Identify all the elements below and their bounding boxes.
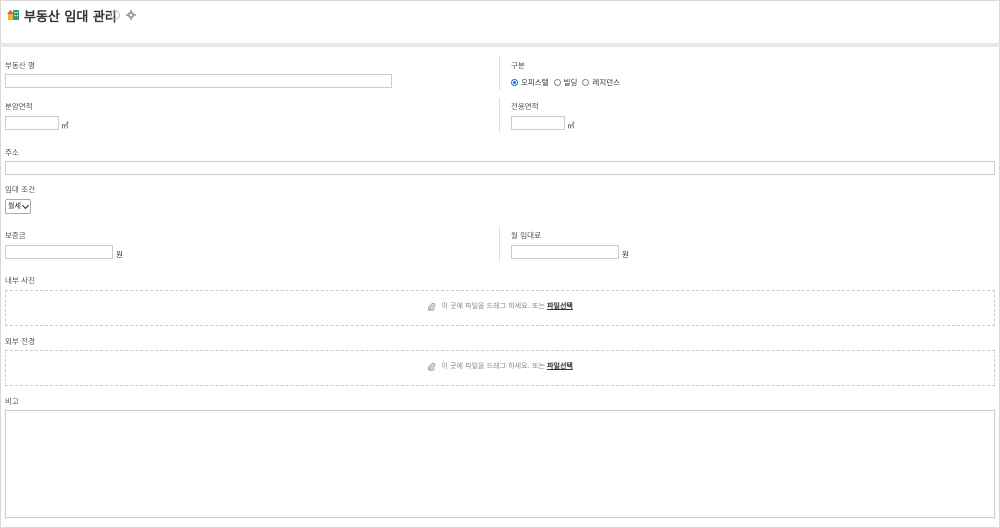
file-select-link[interactable]: 파일선택	[547, 302, 573, 310]
page-title: 부동산 임대 관리	[24, 10, 117, 25]
paperclip-icon	[428, 302, 436, 311]
deposit-label: 보증금	[5, 231, 26, 240]
sale-area-unit: ㎡	[61, 121, 69, 130]
header-divider	[0, 43, 1000, 47]
chevron-down-icon	[21, 201, 30, 210]
radio-residence[interactable]	[582, 79, 590, 86]
deposit-input[interactable]	[5, 245, 113, 259]
exclusive-area-label: 전용면적	[511, 102, 539, 111]
address-input[interactable]	[5, 161, 995, 175]
property-name-input[interactable]	[5, 74, 392, 88]
column-divider	[499, 227, 500, 261]
monthly-rent-input[interactable]	[511, 245, 619, 259]
exclusive-area-input[interactable]	[511, 116, 565, 130]
monthly-rent-unit: 원	[622, 250, 629, 259]
interior-photos-dropzone[interactable]: 이 곳에 파일을 드래그 하세요. 또는 파일선택	[5, 290, 995, 326]
category-radio-group: 오피스텔 빌딩 레지던스	[511, 77, 625, 88]
sale-area-label: 분양면적	[5, 102, 33, 111]
gear-icon[interactable]	[126, 10, 136, 20]
exterior-view-dropzone[interactable]: 이 곳에 파일을 드래그 하세요. 또는 파일선택	[5, 350, 995, 386]
building-icon	[7, 10, 19, 20]
radio-officetel[interactable]	[511, 79, 518, 86]
lease-terms-label: 임대 조건	[5, 185, 35, 194]
dropzone-text: 이 곳에 파일을 드래그 하세요. 또는	[441, 362, 545, 370]
file-select-link[interactable]: 파일선택	[547, 362, 573, 370]
lease-terms-value: 월세	[8, 202, 21, 210]
category-label: 구분	[511, 61, 525, 70]
exterior-view-label: 외부 전경	[5, 337, 35, 346]
column-divider	[499, 57, 500, 90]
remarks-textarea[interactable]	[5, 410, 995, 518]
sale-area-input[interactable]	[5, 116, 59, 130]
remarks-label: 비고	[5, 397, 19, 406]
interior-photos-label: 내부 사진	[5, 276, 35, 285]
info-icon[interactable]: i	[110, 10, 120, 20]
dropzone-text: 이 곳에 파일을 드래그 하세요. 또는	[441, 302, 545, 310]
radio-officetel-label: 오피스텔	[521, 78, 549, 87]
radio-building[interactable]	[553, 79, 561, 86]
lease-terms-select[interactable]: 월세	[5, 199, 31, 214]
radio-building-label: 빌딩	[563, 78, 578, 87]
property-name-label: 부동산 명	[5, 61, 35, 70]
deposit-unit: 원	[116, 250, 123, 259]
header: 부동산 임대 관리 i	[0, 0, 1000, 44]
monthly-rent-label: 월 임대료	[511, 231, 541, 240]
address-label: 주소	[5, 148, 19, 157]
column-divider	[499, 98, 500, 132]
paperclip-icon	[428, 362, 436, 371]
exclusive-area-unit: ㎡	[567, 121, 575, 130]
radio-residence-label: 레지던스	[592, 78, 621, 87]
